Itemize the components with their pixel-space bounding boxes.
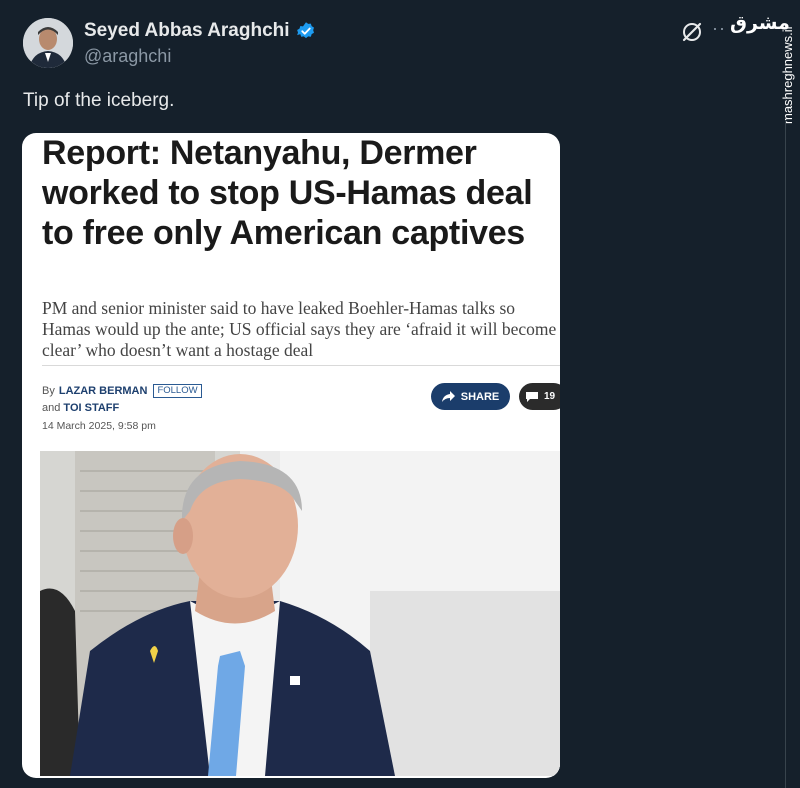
article-card[interactable]: Report: Netanyahu, Dermer worked to stop… xyxy=(22,133,560,778)
author-name[interactable]: Seyed Abbas Araghchi xyxy=(84,20,290,42)
byline-secondary: and TOI STAFF xyxy=(42,402,119,414)
byline-prefix: By xyxy=(42,385,55,397)
author-name-row[interactable]: Seyed Abbas Araghchi xyxy=(84,20,316,42)
share-label: SHARE xyxy=(460,390,500,403)
more-icon[interactable]: ·· xyxy=(712,18,726,39)
share-arrow-icon xyxy=(441,391,455,402)
comment-count: 19 xyxy=(544,391,556,402)
verified-badge-icon xyxy=(296,21,316,41)
tweet-text: Tip of the iceberg. xyxy=(23,90,175,111)
article-subhead: PM and senior minister said to have leak… xyxy=(42,298,557,360)
author-link[interactable]: LAZAR BERMAN xyxy=(59,385,148,397)
article-photo xyxy=(40,451,560,776)
card-divider xyxy=(42,365,560,366)
avatar[interactable] xyxy=(23,18,73,68)
watermark-site-text: mashreghnews.ir xyxy=(780,25,795,124)
watermark-site: mashreghnews.ir xyxy=(764,25,795,136)
article-headline: Report: Netanyahu, Dermer worked to stop… xyxy=(42,134,533,252)
share-button[interactable]: SHARE xyxy=(431,383,510,410)
grok-icon[interactable] xyxy=(681,21,703,43)
comment-icon xyxy=(526,391,538,402)
divider xyxy=(785,120,786,788)
author-link-staff[interactable]: TOI STAFF xyxy=(63,402,119,414)
byline-and: and xyxy=(42,402,61,414)
follow-button[interactable]: FOLLOW xyxy=(153,384,202,398)
article-date: 14 March 2025, 9:58 pm xyxy=(42,420,156,432)
author-handle[interactable]: @araghchi xyxy=(84,46,171,67)
comments-button[interactable]: 19 xyxy=(519,383,560,410)
byline: By LAZAR BERMAN FOLLOW xyxy=(42,384,202,398)
